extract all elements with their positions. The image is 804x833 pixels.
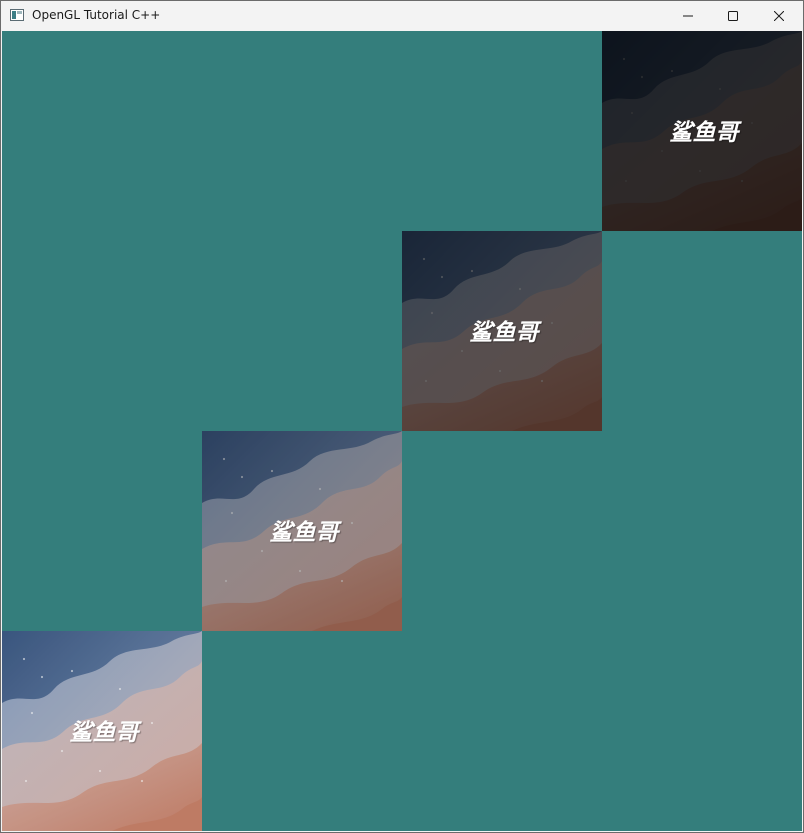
textured-quad: 鲨鱼哥	[2, 631, 202, 831]
textured-quad: 鲨鱼哥	[402, 231, 602, 431]
app-window-icon	[10, 9, 24, 21]
texture-caption: 鲨鱼哥	[669, 120, 739, 146]
window-title: OpenGL Tutorial C++	[32, 8, 161, 22]
title-bar[interactable]: OpenGL Tutorial C++	[1, 1, 803, 31]
textured-quad: 鲨鱼哥	[202, 431, 402, 631]
minimize-icon	[683, 15, 693, 17]
minimize-button[interactable]	[665, 1, 711, 31]
opengl-viewport[interactable]: 鲨鱼哥 鲨鱼哥 鲨鱼哥 鲨鱼哥	[2, 31, 802, 831]
maximize-button[interactable]	[710, 1, 756, 31]
textured-quad: 鲨鱼哥	[602, 31, 802, 231]
app-window: OpenGL Tutorial C++ 鲨鱼哥 鲨鱼哥 鲨鱼哥 鲨鱼哥	[0, 0, 804, 833]
texture-caption: 鲨鱼哥	[469, 320, 539, 346]
close-icon	[774, 11, 784, 21]
texture-caption: 鲨鱼哥	[269, 520, 339, 546]
maximize-icon	[728, 11, 738, 21]
texture-caption: 鲨鱼哥	[69, 720, 139, 746]
close-button[interactable]	[756, 1, 802, 31]
